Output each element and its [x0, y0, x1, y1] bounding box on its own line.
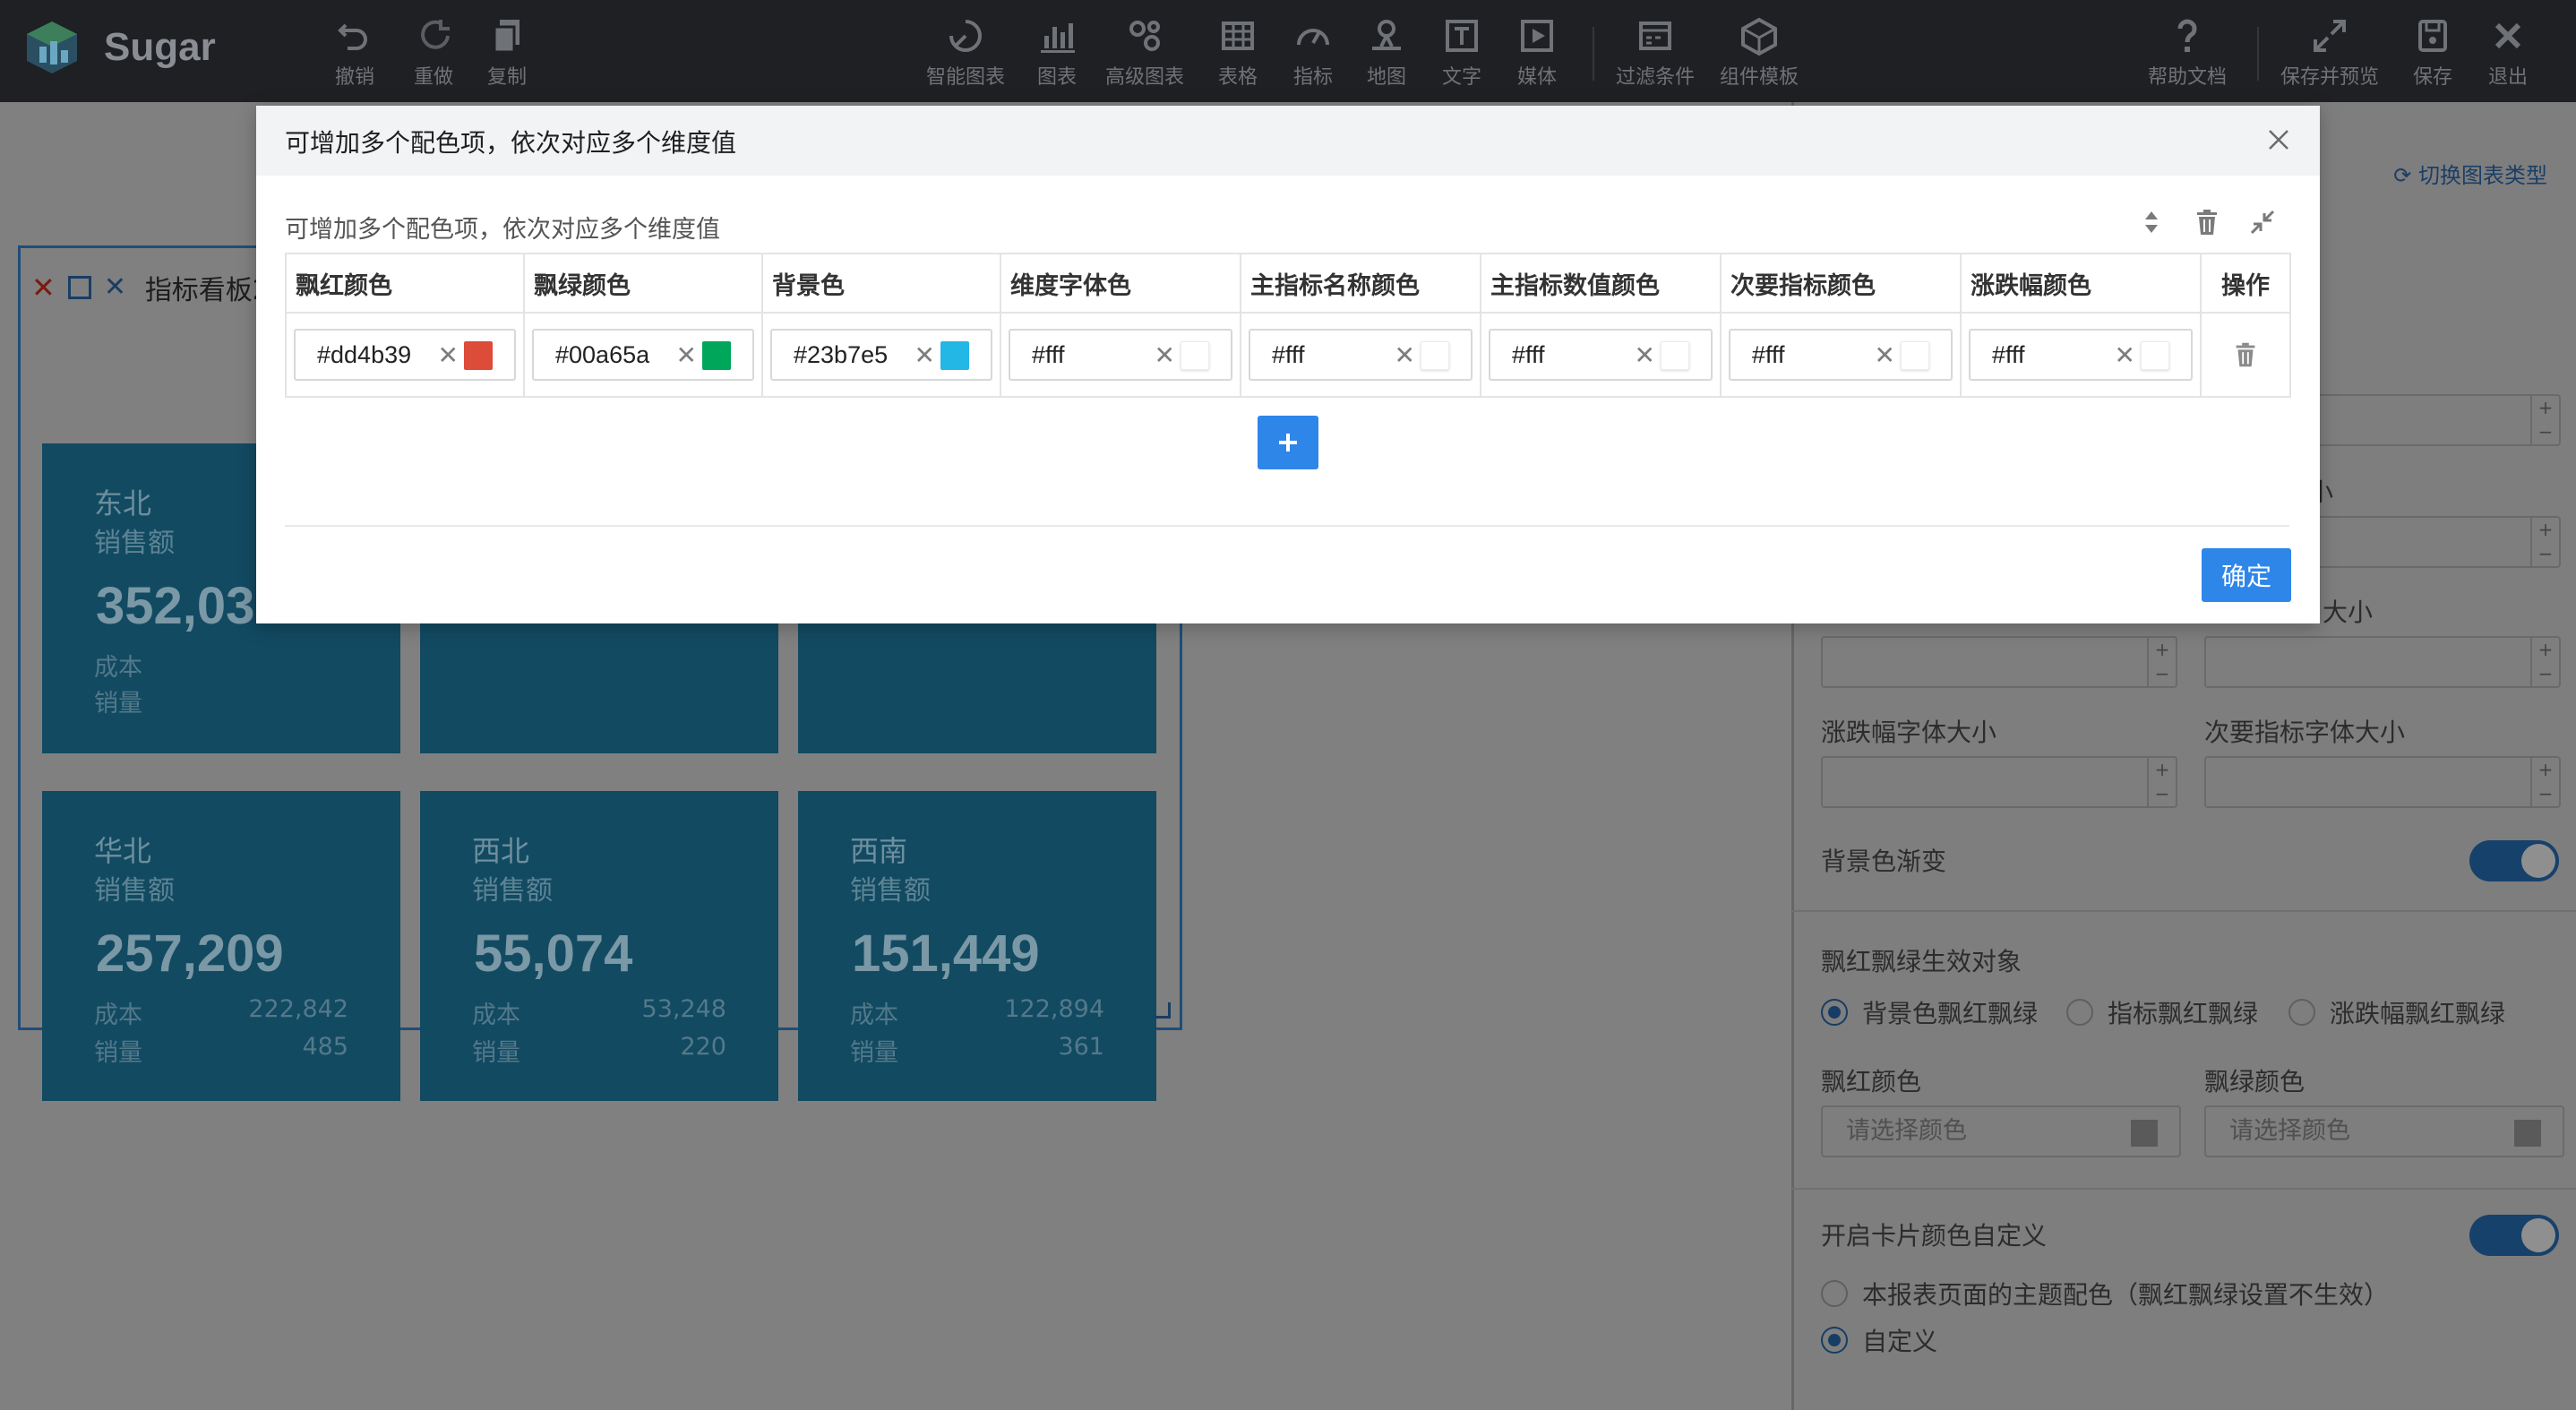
column-header: 主指标名称颜色 — [1240, 253, 1481, 314]
color-swatch[interactable] — [1181, 341, 1209, 370]
column-header: 涨跌幅颜色 — [1960, 253, 2202, 314]
color-config-dialog: 可增加多个配色项，依次对应多个维度值 可增加多个配色项，依次对应多个维度值 飘红… — [256, 106, 2320, 623]
change-color-input[interactable]: #fff ✕ — [1969, 329, 2193, 381]
table-row: #dd4b39 ✕ #00a65a ✕ #23b7e5 ✕ #fff ✕ #fff ✕ #… — [285, 312, 2291, 398]
column-header: 维度字体色 — [1000, 253, 1241, 314]
table-cell: #fff ✕ — [1720, 312, 1962, 398]
clear-icon[interactable]: ✕ — [1635, 340, 1655, 370]
main-metric-value-color-input[interactable]: #fff ✕ — [1489, 329, 1713, 381]
color-swatch[interactable] — [702, 341, 731, 370]
dialog-header: 可增加多个配色项，依次对应多个维度值 — [256, 106, 2320, 176]
column-header: 背景色 — [761, 253, 1001, 314]
clear-icon[interactable]: ✕ — [1875, 340, 1895, 370]
clear-icon[interactable]: ✕ — [914, 340, 935, 370]
clear-icon[interactable]: ✕ — [438, 340, 459, 370]
column-header: 飘红颜色 — [285, 253, 525, 314]
color-swatch[interactable] — [1421, 341, 1449, 370]
section-title: 可增加多个配色项，依次对应多个维度值 — [285, 216, 720, 244]
trash-icon[interactable] — [2191, 206, 2223, 238]
clear-icon[interactable]: ✕ — [676, 340, 697, 370]
sort-icon[interactable] — [2135, 206, 2168, 238]
clear-icon[interactable]: ✕ — [1155, 340, 1175, 370]
column-header: 飘绿颜色 — [523, 253, 763, 314]
dimension-font-color-input[interactable]: #fff ✕ — [1009, 329, 1232, 381]
main-metric-name-color-input[interactable]: #fff ✕ — [1249, 329, 1473, 381]
confirm-button[interactable]: 确定 — [2202, 548, 2291, 602]
delete-row-button[interactable] — [2209, 339, 2282, 371]
close-icon[interactable] — [2264, 125, 2293, 154]
table-cell — [2200, 312, 2291, 398]
green-color-input[interactable]: #00a65a ✕ — [532, 329, 754, 381]
color-swatch[interactable] — [464, 341, 493, 370]
plus-icon — [1279, 434, 1297, 451]
clear-icon[interactable]: ✕ — [1395, 340, 1415, 370]
table-cell: #fff ✕ — [1000, 312, 1241, 398]
color-swatch[interactable] — [1901, 341, 1929, 370]
column-header: 主指标数值颜色 — [1480, 253, 1722, 314]
column-header: 次要指标颜色 — [1720, 253, 1962, 314]
table-cell: #dd4b39 ✕ — [285, 312, 525, 398]
table-cell: #fff ✕ — [1480, 312, 1722, 398]
table-header-row: 飘红颜色 飘绿颜色 背景色 维度字体色 主指标名称颜色 主指标数值颜色 次要指标… — [285, 253, 2291, 314]
dialog-title: 可增加多个配色项，依次对应多个维度值 — [285, 128, 737, 158]
color-swatch[interactable] — [940, 341, 969, 370]
bg-color-input[interactable]: #23b7e5 ✕ — [770, 329, 992, 381]
add-color-row-button[interactable] — [1258, 416, 1318, 469]
clear-icon[interactable]: ✕ — [2115, 340, 2135, 370]
secondary-metric-color-input[interactable]: #fff ✕ — [1729, 329, 1953, 381]
color-swatch[interactable] — [2141, 341, 2169, 370]
collapse-icon[interactable] — [2246, 206, 2279, 238]
table-cell: #fff ✕ — [1960, 312, 2202, 398]
table-cell: #00a65a ✕ — [523, 312, 763, 398]
table-cell: #23b7e5 ✕ — [761, 312, 1001, 398]
red-color-input[interactable]: #dd4b39 ✕ — [294, 329, 516, 381]
table-cell: #fff ✕ — [1240, 312, 1481, 398]
column-header: 操作 — [2200, 253, 2291, 314]
dialog-footer-divider — [285, 525, 2289, 527]
trash-icon — [2236, 342, 2255, 367]
color-config-table: 飘红颜色 飘绿颜色 背景色 维度字体色 主指标名称颜色 主指标数值颜色 次要指标… — [285, 253, 2291, 398]
color-swatch[interactable] — [1661, 341, 1689, 370]
